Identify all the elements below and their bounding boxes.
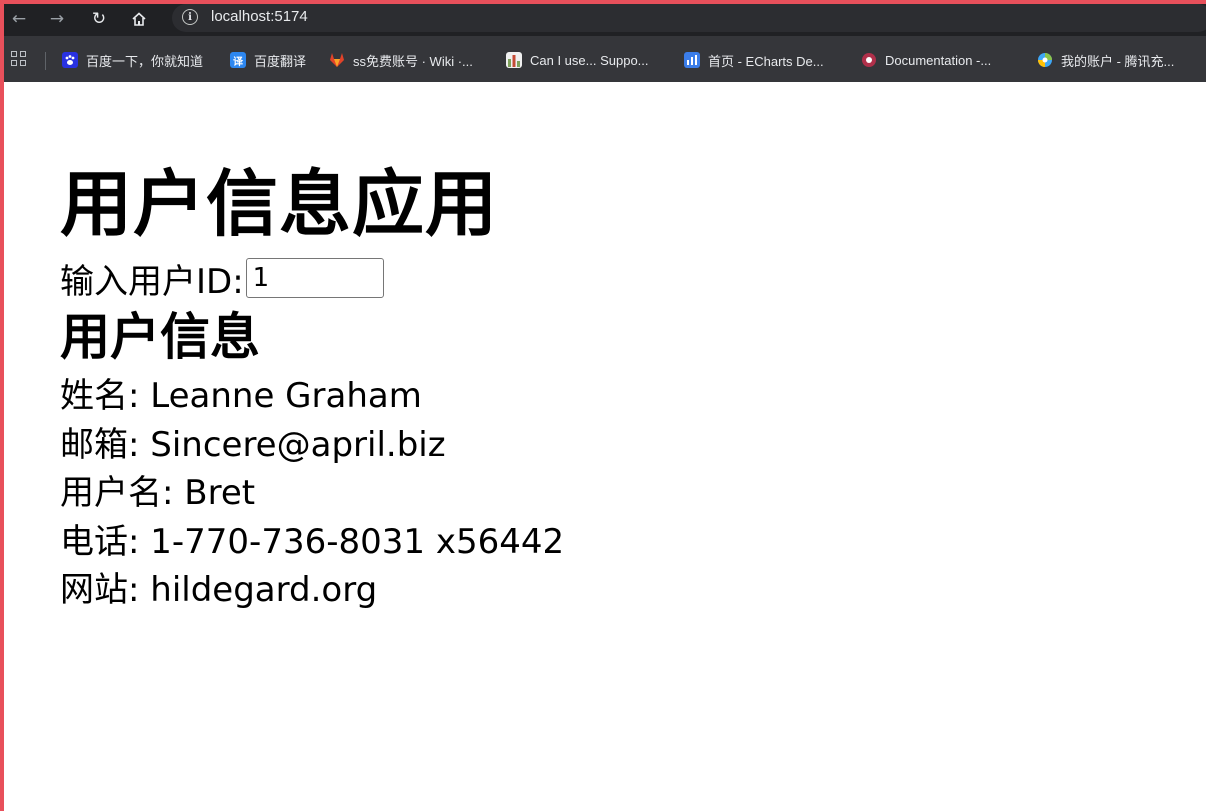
section-title: 用户信息: [60, 308, 260, 366]
documentation-circle-icon: [861, 52, 877, 68]
user-id-input[interactable]: [245, 258, 384, 298]
echarts-bar-icon: [684, 52, 700, 68]
bookmark-label: 我的账户 - 腾讯充...: [1061, 53, 1175, 69]
bookmark-baidu[interactable]: 百度一下，你就知道: [62, 50, 203, 70]
field-value: 1-770-736-8031 x56442: [150, 521, 565, 562]
field-label: 姓名: [60, 376, 128, 416]
bookmark-echarts[interactable]: 首页 - ECharts De...: [684, 50, 824, 70]
address-bar[interactable]: i localhost:5174: [172, 4, 1206, 32]
bookmark-label: ss免费账号 · Wiki ·...: [353, 53, 473, 69]
field-value: Sincere@april.biz: [150, 424, 446, 465]
baidu-translate-icon: 译: [230, 52, 246, 68]
tencent-account-icon: [1037, 52, 1053, 68]
bookmark-label: 百度翻译: [254, 53, 307, 69]
back-arrow-icon[interactable]: ←: [6, 6, 32, 32]
info-email: 邮箱: Sincere@april.biz: [60, 424, 446, 465]
bookmark-tencent-account[interactable]: 我的账户 - 腾讯充...: [1037, 50, 1174, 70]
page-title: 用户信息应用: [60, 162, 499, 246]
bookmarks-bar: 百度一下，你就知道 译 百度翻译 ss免费账号 · Wiki ·... Can …: [4, 36, 1206, 82]
bookmarks-separator: [45, 52, 46, 70]
browser-toolbar: ← → ↻ i localhost:5174: [4, 4, 1206, 36]
forward-arrow-icon[interactable]: →: [44, 6, 70, 32]
bookmark-label: 首页 - ECharts De...: [708, 53, 824, 69]
address-bar-url[interactable]: localhost:5174: [211, 8, 308, 25]
field-value: Bret: [184, 473, 256, 513]
page-content: 用户信息应用 输入用户ID: 用户信息 姓名: Leanne Graham 邮箱…: [60, 154, 564, 615]
user-id-label: 输入用户ID:: [60, 261, 244, 302]
field-label: 网站: [60, 570, 128, 610]
reload-icon[interactable]: ↻: [86, 6, 112, 32]
field-label: 用户名: [60, 473, 162, 513]
info-website: 网站: hildegard.org: [60, 570, 378, 610]
home-icon[interactable]: [126, 6, 152, 32]
gitlab-fox-icon: [329, 52, 345, 68]
info-username: 用户名: Bret: [60, 473, 256, 513]
field-value: Leanne Graham: [150, 376, 422, 416]
bookmark-documentation[interactable]: Documentation -...: [861, 50, 991, 70]
info-phone: 电话: 1-770-736-8031 x56442: [60, 521, 565, 562]
user-id-row: 输入用户ID:: [60, 254, 564, 302]
field-label: 邮箱: [60, 424, 128, 465]
bookmark-baidu-translate[interactable]: 译 百度翻译: [230, 50, 306, 70]
bookmark-label: Documentation -...: [885, 52, 992, 68]
field-label: 电话: [60, 521, 128, 562]
info-name: 姓名: Leanne Graham: [60, 376, 422, 416]
bookmark-label: 百度一下，你就知道: [86, 53, 204, 69]
bookmark-ss-wiki[interactable]: ss免费账号 · Wiki ·...: [329, 50, 473, 70]
apps-grid-icon[interactable]: [11, 51, 27, 67]
browser-window: ← → ↻ i localhost:5174 百度一下，你就知道 译 百度翻译 …: [0, 0, 1206, 811]
bookmark-label: Can I use... Suppo...: [530, 52, 649, 68]
site-info-icon[interactable]: i: [182, 9, 198, 25]
field-value: hildegard.org: [150, 570, 378, 610]
bookmark-caniuse[interactable]: Can I use... Suppo...: [506, 50, 649, 70]
caniuse-chart-icon: [506, 52, 522, 68]
baidu-paw-icon: [62, 52, 78, 68]
